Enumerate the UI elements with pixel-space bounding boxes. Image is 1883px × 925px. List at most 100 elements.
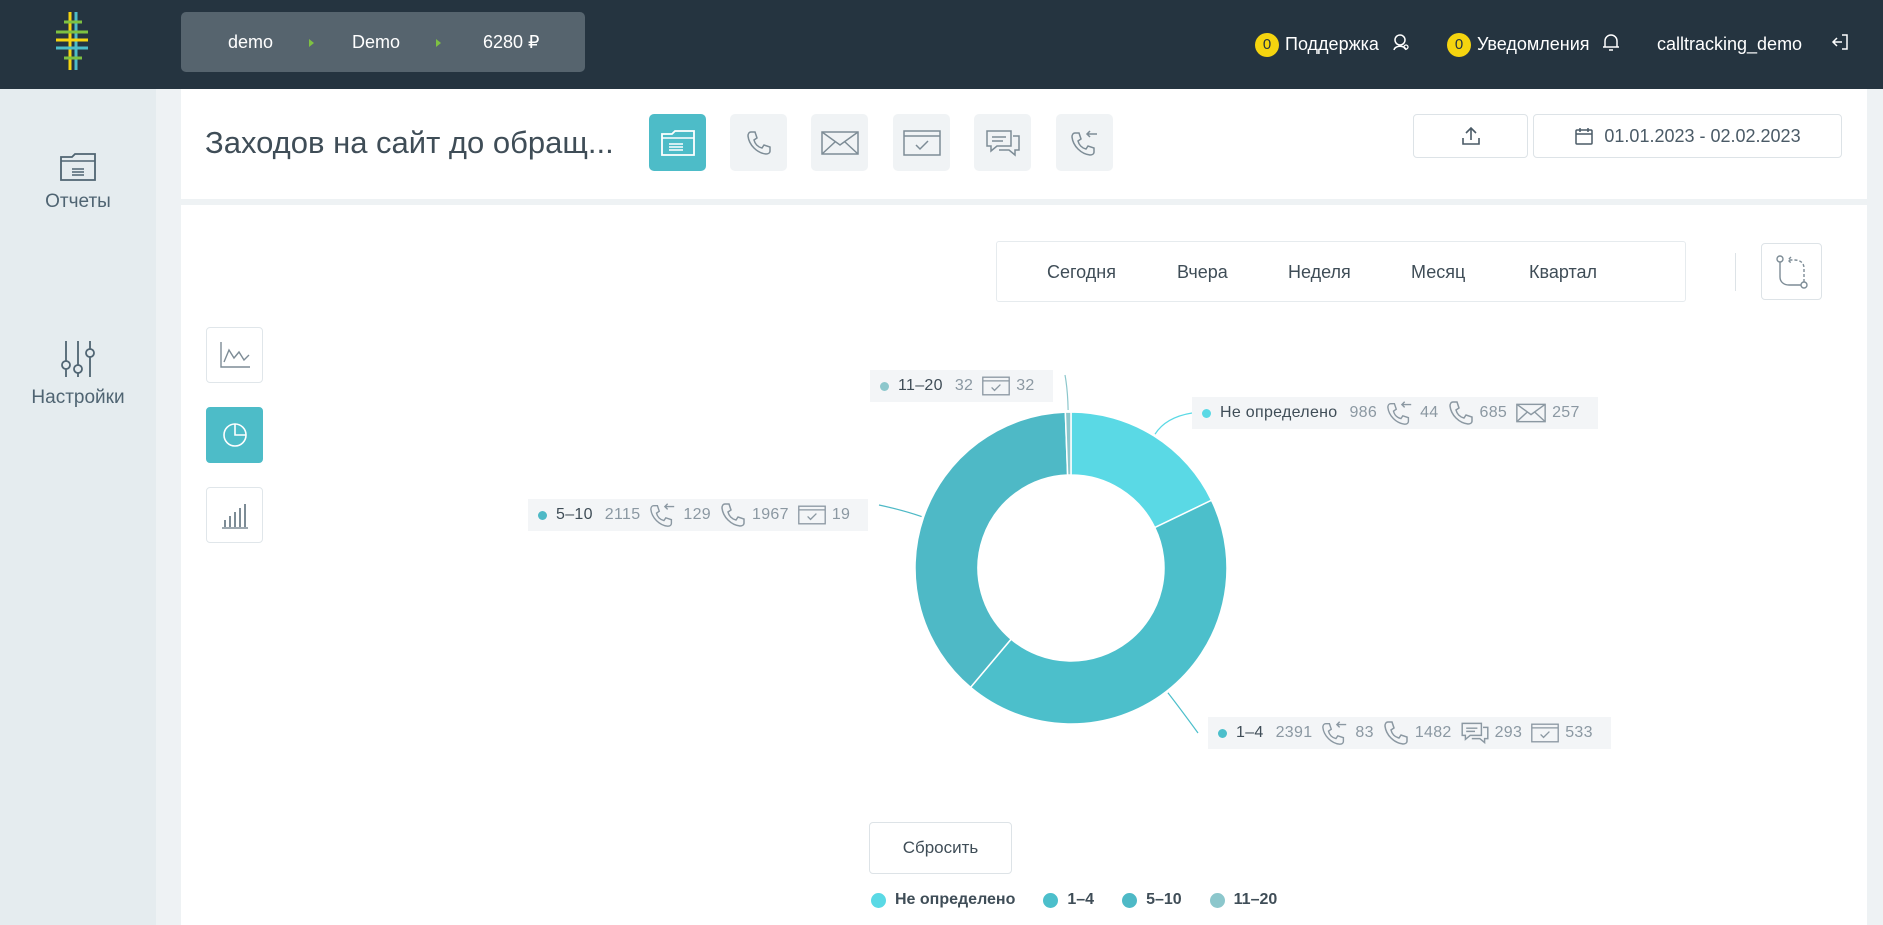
legend-label: 1–4 (1067, 891, 1095, 908)
reset-button[interactable]: Сбросить (869, 822, 1012, 874)
sidebar: Отчеты Настройки (0, 89, 156, 925)
all-requests-icon (660, 129, 695, 156)
username: calltracking_demo (1657, 34, 1803, 54)
support-link[interactable]: 0 Поддержка (1255, 0, 1411, 89)
legend-swatch (1209, 892, 1225, 908)
sidebar-item-label: Настройки (31, 387, 125, 408)
form-icon (1530, 722, 1560, 744)
chat-icon (985, 129, 1020, 157)
chart-legend: Не определено 1–4 5–10 11–20 (871, 891, 1305, 909)
pie-slice-1-4[interactable] (969, 499, 1228, 725)
leader-line-11-20 (1064, 374, 1069, 411)
legend-item-1-4[interactable]: 1–4 (1043, 891, 1094, 909)
callback-icon (1385, 399, 1415, 427)
sidebar-item-reports[interactable]: Отчеты (0, 149, 156, 213)
legend-swatch (871, 892, 886, 908)
report-header: Заходов на сайт до обращ... 01.01.2023 -… (181, 89, 1867, 199)
callbacks-count: 44 (1420, 404, 1439, 421)
sliders-icon (61, 341, 95, 377)
support-label: Поддержка (1285, 34, 1379, 54)
support-count-badge: 0 (1255, 32, 1279, 57)
forms-count: 32 (1016, 377, 1035, 394)
leader-line-undefined (1154, 412, 1193, 435)
breadcrumb-account[interactable]: demo (228, 12, 273, 72)
legend-item-undefined[interactable]: Не определено (871, 891, 1015, 909)
form-icon (797, 504, 827, 526)
callback-icon (648, 501, 678, 529)
date-range-picker[interactable]: 01.01.2023 - 02.02.2023 (1533, 114, 1842, 158)
chat-icon (1460, 721, 1490, 745)
mail-icon (1515, 402, 1547, 424)
logo-icon[interactable] (50, 8, 94, 74)
series-dot (880, 381, 889, 391)
forms-count: 19 (831, 506, 851, 523)
sidebar-item-settings[interactable]: Настройки (0, 339, 156, 409)
sidebar-item-label: Отчеты (45, 191, 111, 212)
chart-panel: Сегодня Вчера Неделя Месяц Квартал Не оп… (181, 205, 1867, 925)
leader-line-5-10 (878, 504, 922, 518)
breadcrumb-separator-icon (309, 39, 314, 47)
slice-name: Не определено (1220, 404, 1338, 421)
legend-label: 5–10 (1146, 891, 1182, 908)
slice-label-5-10: 5–10 2115 129 1967 19 (528, 499, 869, 531)
pie-slice-5-10[interactable] (914, 411, 1069, 689)
notifications-link[interactable]: 0 Уведомления (1447, 0, 1620, 89)
legend-label: 11–20 (1233, 891, 1278, 908)
slice-name: 1–4 (1236, 724, 1264, 741)
phone-icon (719, 501, 747, 529)
calls-filter-button[interactable] (730, 114, 787, 171)
export-button[interactable] (1413, 114, 1528, 158)
leader-line-1-4 (1167, 692, 1199, 734)
callback-icon (1070, 129, 1097, 156)
legend-item-11-20[interactable]: 11–20 (1209, 891, 1278, 909)
breadcrumb-project[interactable]: Demo (352, 12, 400, 72)
slice-name: 11–20 (898, 377, 943, 394)
emails-count: 257 (1552, 404, 1580, 421)
breadcrumb-balance[interactable]: 6280 ₽ (483, 12, 540, 72)
user-menu[interactable]: calltracking_demo (1657, 0, 1802, 89)
slice-total: 2391 (1275, 724, 1313, 741)
calls-count: 1967 (752, 506, 789, 523)
callbacks-filter-button[interactable] (1056, 114, 1113, 171)
series-dot (538, 510, 547, 520)
breadcrumb: demo Demo 6280 ₽ (181, 12, 585, 72)
slice-label-11-20: 11–20 32 32 (870, 370, 1053, 402)
date-range-value: 01.01.2023 - 02.02.2023 (1604, 125, 1801, 146)
legend-swatch (1043, 892, 1059, 908)
callbacks-count: 129 (683, 506, 712, 523)
phone-icon (1447, 399, 1475, 427)
upload-icon (1461, 126, 1480, 145)
slice-label-undefined: Не определено 986 44 685 257 (1192, 397, 1598, 429)
slice-total: 32 (954, 377, 974, 394)
form-icon (981, 375, 1011, 397)
calls-count: 685 (1479, 404, 1508, 421)
support-icon (1391, 32, 1411, 57)
legend-label: Не определено (895, 891, 1016, 908)
donut-chart (878, 374, 1228, 734)
series-dot (1218, 728, 1227, 738)
callbacks-count: 83 (1355, 724, 1374, 741)
logout-icon (1830, 32, 1850, 57)
slice-name: 5–10 (556, 506, 593, 523)
calendar-icon (1575, 128, 1594, 145)
calls-count: 1482 (1414, 724, 1452, 741)
chats-filter-button[interactable] (974, 114, 1031, 171)
slice-total: 986 (1349, 404, 1378, 421)
bell-icon (1602, 32, 1620, 57)
forms-filter-button[interactable] (893, 114, 950, 171)
forms-count: 533 (1565, 724, 1593, 741)
mail-icon (820, 130, 859, 155)
legend-item-5-10[interactable]: 5–10 (1122, 891, 1182, 909)
all-requests-filter-button[interactable] (649, 114, 706, 171)
legend-swatch (1122, 892, 1138, 908)
logout-button[interactable] (1830, 0, 1850, 89)
phone-icon (746, 130, 771, 155)
top-bar: demo Demo 6280 ₽ 0 Поддержка 0 Уведомлен… (0, 0, 1883, 89)
slice-total: 2115 (604, 506, 641, 523)
breadcrumb-separator-icon (436, 39, 441, 47)
slice-label-1-4: 1–4 2391 83 1482 293 533 (1208, 717, 1611, 749)
notifications-label: Уведомления (1477, 34, 1590, 54)
callback-icon (1320, 719, 1350, 747)
page-title: Заходов на сайт до обращ... (205, 125, 614, 160)
emails-filter-button[interactable] (811, 114, 868, 171)
